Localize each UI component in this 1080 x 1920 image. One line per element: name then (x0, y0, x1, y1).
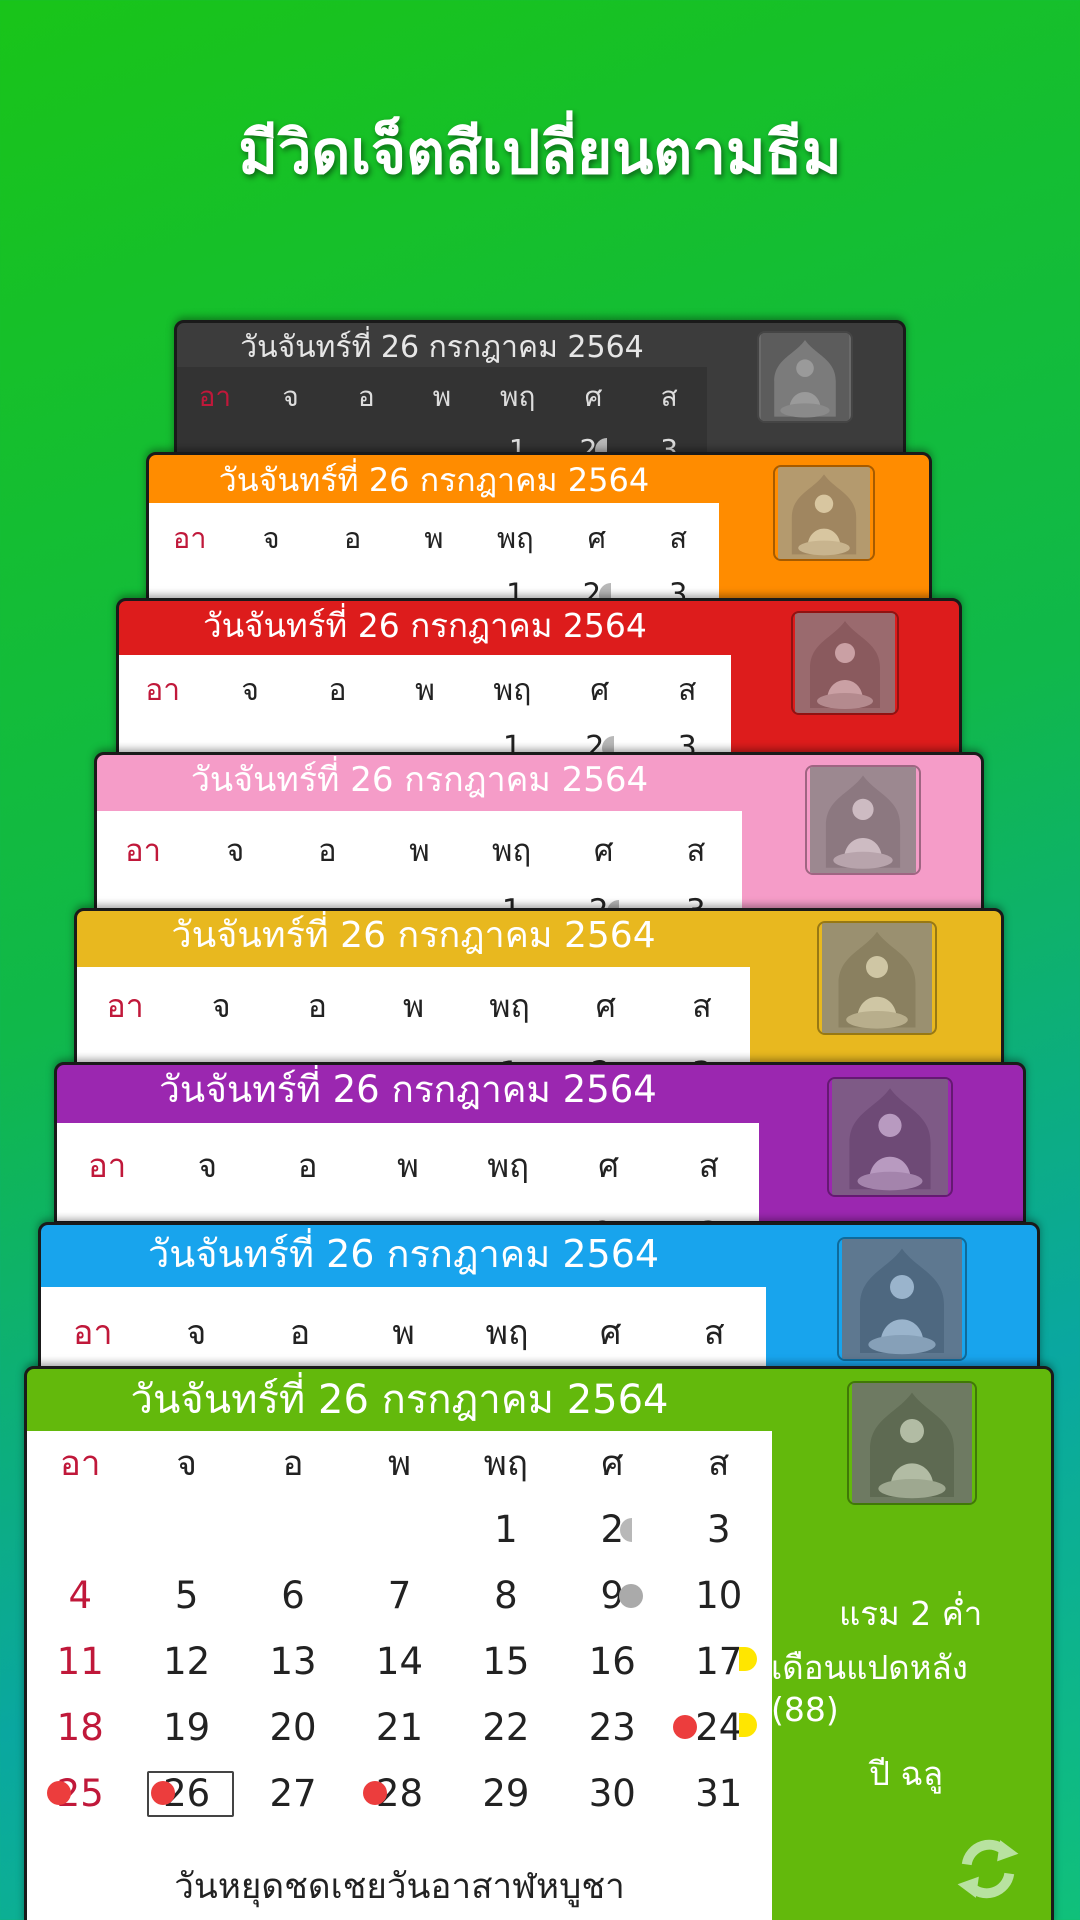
widget-title: วันจันทร์ที่ 26 กรกฎาคม 2564 (171, 915, 656, 956)
calendar-day-11[interactable]: 11 (27, 1629, 133, 1695)
calendar-day-13[interactable]: 13 (240, 1629, 346, 1695)
widget-title: วันจันทร์ที่ 26 กรกฎาคม 2564 (147, 1232, 660, 1276)
weekday-fri: ศ (601, 1444, 624, 1484)
moon-phase-icon (619, 1584, 643, 1608)
buddha-image-icon (805, 765, 921, 875)
today-highlight (147, 1771, 234, 1817)
buddha-image-icon (817, 921, 937, 1035)
widget-title: วันจันทร์ที่ 26 กรกฎาคม 2564 (130, 1377, 669, 1423)
headline: มีวิดเจ็ตสีเปลี่ยนตามธีม (238, 118, 842, 188)
widget-blue[interactable]: วันจันทร์ที่ 26 กรกฎาคม 2564 อา จ อ พ พฤ… (38, 1222, 1040, 1372)
calendar-grid: อา จ อ พ พฤ ศ ส 1 2 3 (149, 503, 719, 599)
buddha-image-icon (773, 465, 875, 561)
calendar-day-23[interactable]: 23 (559, 1695, 665, 1761)
lunar-year: ปี ฉลู (869, 1754, 944, 1793)
buddha-image-icon (827, 1077, 953, 1197)
widget-pink[interactable]: วันจันทร์ที่ 26 กรกฎาคม 2564 อา จ อ พ พฤ… (94, 752, 984, 912)
calendar-grid: อา จ อ พ พฤ ศ ส (41, 1287, 766, 1369)
weekday-tue: อ (282, 1444, 304, 1484)
calendar-day-12[interactable]: 12 (133, 1629, 239, 1695)
lunar-month: เดือนแปดหลัง (771, 1648, 968, 1687)
calendar-day-14[interactable]: 14 (346, 1629, 452, 1695)
calendar-day-6[interactable]: 6 (240, 1563, 346, 1629)
calendar-day-empty (240, 1497, 346, 1563)
widget-dark[interactable]: วันจันทร์ที่ 26 กรกฎาคม 2564 อา จ อ พ พฤ… (174, 320, 906, 460)
calendar-day-18[interactable]: 18 (27, 1695, 133, 1761)
calendar-week-row: 123 (27, 1497, 772, 1563)
calendar-day-empty (133, 1497, 239, 1563)
calendar-day-10[interactable]: 10 (666, 1563, 772, 1629)
widget-green-main[interactable]: วันจันทร์ที่ 26 กรกฎาคม 2564 อา จ อ พ พฤ… (24, 1366, 1054, 1920)
calendar-day-19[interactable]: 19 (133, 1695, 239, 1761)
calendar-grid: อา จ อ พ พฤ ศ ส 1 2 3 (97, 811, 742, 909)
calendar-day-21[interactable]: 21 (346, 1695, 452, 1761)
weekday-sat: ส (708, 1444, 730, 1484)
buddha-image-icon (847, 1381, 977, 1505)
buddha-image-icon (837, 1237, 967, 1361)
calendar-week-row: 18 19 20 21 22 23 24 (27, 1695, 772, 1761)
calendar-day-empty (346, 1497, 452, 1563)
calendar-day-8[interactable]: 8 (453, 1563, 559, 1629)
calendar-grid: อา จ อ พ พฤ ศ ส 1 2 3 (77, 967, 750, 1065)
refresh-icon[interactable] (947, 1831, 1029, 1907)
event-dot-icon (47, 1781, 71, 1805)
calendar-day-25[interactable]: 25 (27, 1761, 133, 1827)
calendar-day-9[interactable]: 9 (559, 1563, 665, 1629)
widget-title: วันจันทร์ที่ 26 กรกฎาคม 2564 (159, 1068, 657, 1111)
calendar-day-30[interactable]: 30 (559, 1761, 665, 1827)
event-dot-icon (363, 1781, 387, 1805)
calendar-day-5[interactable]: 5 (133, 1563, 239, 1629)
calendar-day-27[interactable]: 27 (240, 1761, 346, 1827)
weekday-sun: อา (59, 1444, 101, 1484)
widget-title: วันจันทร์ที่ 26 กรกฎาคม 2564 (203, 606, 647, 645)
lunar-day: แรม 2 ค่ำ (839, 1594, 983, 1633)
calendar-week-row: 25 26 27 28 29 30 31 (27, 1761, 772, 1827)
event-dot-icon (673, 1715, 697, 1739)
calendar-day-1[interactable]: 1 (453, 1497, 559, 1563)
widget-yellow[interactable]: วันจันทร์ที่ 26 กรกฎาคม 2564 อา จ อ พ พฤ… (74, 908, 1004, 1068)
calendar-grid: อา จ อ พ พฤ ศ ส 1 2 3 4 5 6 7 8 9 10 11 12 13 14 15 16 1… (27, 1431, 772, 1920)
calendar-day-31[interactable]: 31 (666, 1761, 772, 1827)
calendar-grid: อา จ อ พ พฤ ศ ส 1 2 3 (177, 367, 707, 457)
calendar-day-4[interactable]: 4 (27, 1563, 133, 1629)
calendar-week-row: 4 5 6 7 8 9 10 (27, 1563, 772, 1629)
calendar-grid: อา จ อ พ พฤ ศ ส 1 2 3 (119, 655, 731, 755)
calendar-day-empty (27, 1497, 133, 1563)
widget-title: วันจันทร์ที่ 26 กรกฎาคม 2564 (218, 461, 650, 499)
calendar-day-29[interactable]: 29 (453, 1761, 559, 1827)
calendar-grid: อา จ อ พ พฤ ศ ส 1 2 3 (57, 1123, 759, 1221)
lunar-month-number: (88) (771, 1690, 839, 1729)
calendar-day-15[interactable]: 15 (453, 1629, 559, 1695)
widget-title: วันจันทร์ที่ 26 กรกฎาคม 2564 (190, 760, 649, 800)
buddha-image-icon (757, 331, 853, 423)
widget-purple[interactable]: วันจันทร์ที่ 26 กรกฎาคม 2564 อา จ อ พ พฤ… (54, 1062, 1026, 1224)
calendar-day-3[interactable]: 3 (666, 1497, 772, 1563)
buddha-image-icon (791, 611, 899, 715)
weekday-thu: พฤ (483, 1444, 529, 1484)
calendar-week-row: 11 12 13 14 15 16 17 (27, 1629, 772, 1695)
calendar-day-2[interactable]: 2 (559, 1497, 665, 1563)
calendar-day-20[interactable]: 20 (240, 1695, 346, 1761)
calendar-day-22[interactable]: 22 (453, 1695, 559, 1761)
weekday-wed: พ (387, 1444, 412, 1484)
holiday-note: วันหยุดชดเชยวันอาสาฬหบูชา (174, 1867, 625, 1907)
calendar-day-16[interactable]: 16 (559, 1629, 665, 1695)
weekday-mon: จ (176, 1444, 197, 1484)
widget-red[interactable]: วันจันทร์ที่ 26 กรกฎาคม 2564 อา จ อ พ พฤ… (116, 598, 962, 758)
calendar-day-7[interactable]: 7 (346, 1563, 452, 1629)
widget-orange[interactable]: วันจันทร์ที่ 26 กรกฎาคม 2564 อา จ อ พ พฤ… (146, 452, 932, 602)
